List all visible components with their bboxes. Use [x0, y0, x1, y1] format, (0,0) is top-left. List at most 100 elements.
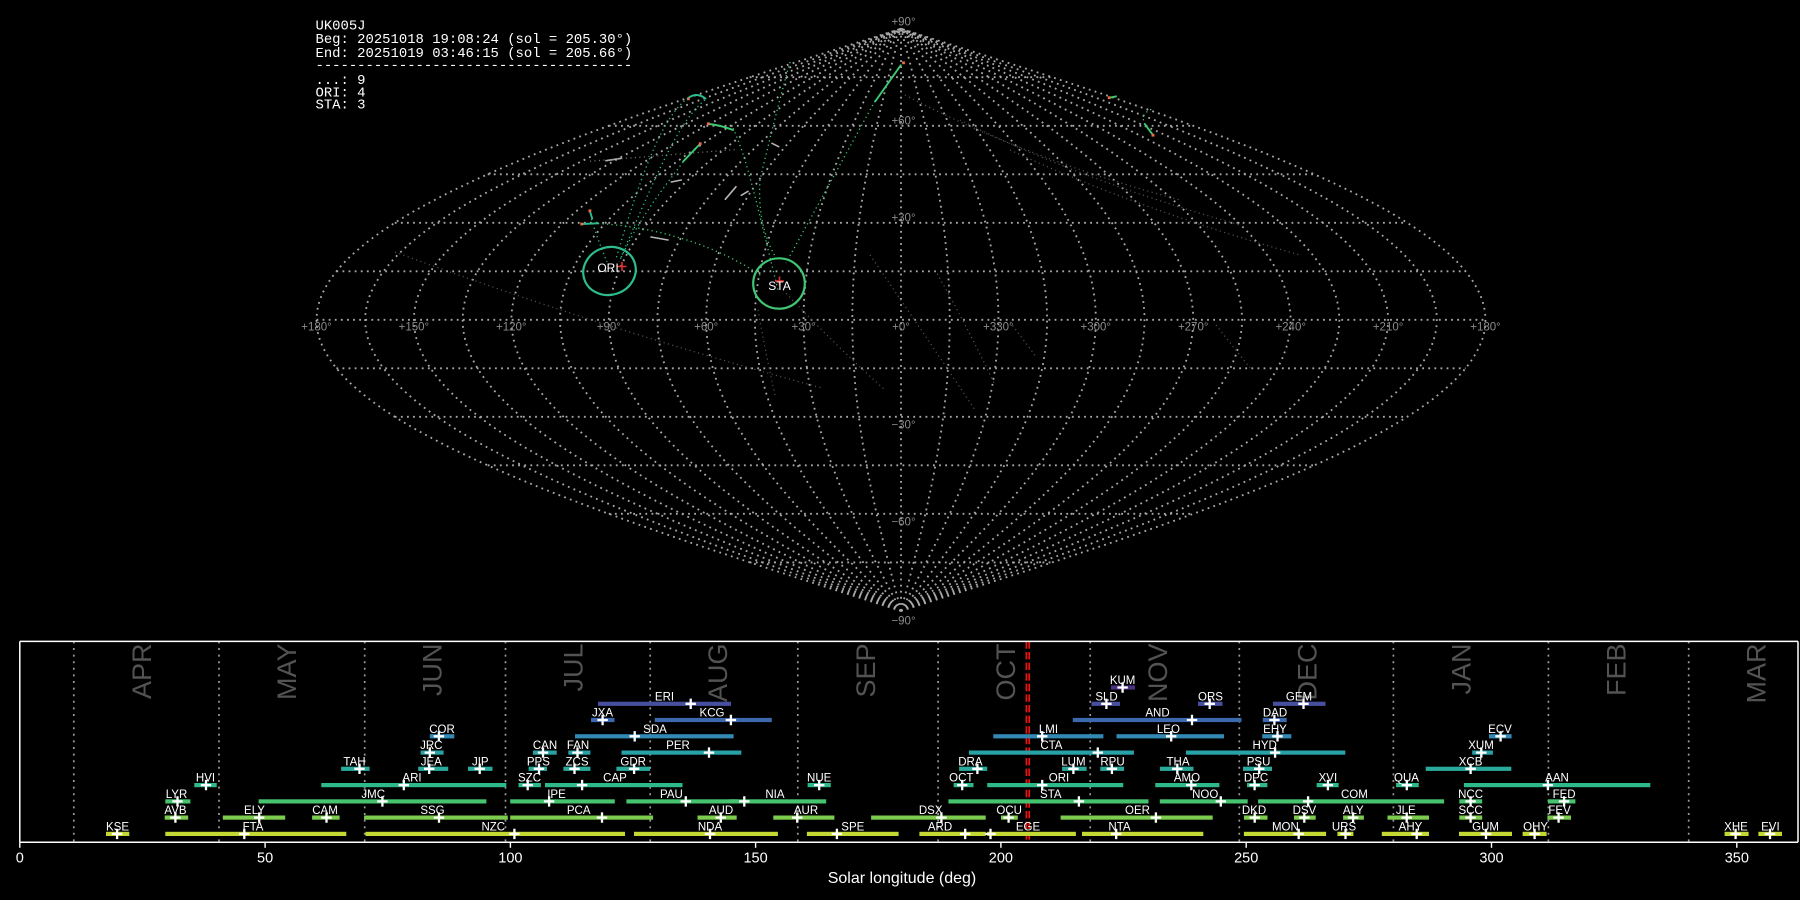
svg-text:+120°: +120° [496, 322, 527, 334]
svg-text:JEA: JEA [421, 756, 442, 768]
svg-text:+210°: +210° [1373, 322, 1404, 334]
svg-text:CAP: CAP [603, 773, 627, 785]
svg-text:CAM: CAM [312, 805, 338, 817]
svg-text:DRA: DRA [958, 756, 983, 768]
svg-text:COR: COR [429, 724, 455, 736]
svg-text:HYD: HYD [1253, 740, 1277, 752]
svg-text:FED: FED [1553, 789, 1576, 801]
svg-text:NTA: NTA [1108, 822, 1130, 834]
svg-text:LMI: LMI [1039, 724, 1058, 736]
svg-text:0: 0 [16, 851, 24, 867]
svg-text:QUA: QUA [1394, 773, 1419, 785]
svg-text:KCG: KCG [700, 708, 725, 720]
svg-text:SLD: SLD [1095, 691, 1117, 703]
svg-text:+60°: +60° [694, 322, 718, 334]
svg-text:ARI: ARI [402, 773, 421, 785]
svg-text:ORS: ORS [1198, 691, 1223, 703]
svg-text:APR: APR [127, 644, 157, 700]
svg-text:+300°: +300° [1081, 322, 1112, 334]
svg-text:RPU: RPU [1100, 756, 1124, 768]
svg-text:PSU: PSU [1247, 756, 1271, 768]
svg-text:STA: 3: STA: 3 [316, 98, 366, 114]
svg-text:+240°: +240° [1275, 322, 1306, 334]
svg-text:DSV: DSV [1293, 805, 1317, 817]
svg-text:MON: MON [1272, 822, 1299, 834]
svg-text:PPS: PPS [527, 756, 550, 768]
svg-text:ALY: ALY [1343, 805, 1364, 817]
svg-text:FEB: FEB [1601, 644, 1631, 697]
svg-text:100: 100 [498, 851, 522, 867]
svg-text:250: 250 [1234, 851, 1258, 867]
svg-text:MAY: MAY [272, 644, 302, 701]
svg-text:MAR: MAR [1742, 644, 1772, 704]
svg-text:JUL: JUL [559, 644, 589, 692]
svg-text:PAU: PAU [660, 789, 683, 801]
svg-text:NUE: NUE [807, 773, 832, 785]
svg-text:−60°: −60° [891, 516, 915, 528]
svg-text:DAD: DAD [1263, 708, 1287, 720]
svg-text:Solar longitude (deg): Solar longitude (deg) [828, 870, 977, 887]
svg-text:LEO: LEO [1157, 724, 1180, 736]
svg-text:ARD: ARD [928, 822, 952, 834]
svg-text:EHY: EHY [1263, 724, 1287, 736]
svg-text:150: 150 [743, 851, 767, 867]
svg-text:KUM: KUM [1110, 675, 1136, 687]
svg-text:STA: STA [768, 279, 790, 293]
svg-text:EGE: EGE [1016, 822, 1041, 834]
svg-text:+330°: +330° [983, 322, 1014, 334]
svg-text:COM: COM [1341, 789, 1368, 801]
svg-text:+30°: +30° [792, 322, 816, 334]
svg-text:XVI: XVI [1319, 773, 1338, 785]
svg-text:+180°: +180° [301, 322, 332, 334]
svg-text:JAN: JAN [1446, 644, 1476, 695]
svg-text:OCT: OCT [991, 644, 1021, 701]
svg-text:+180°: +180° [1470, 322, 1501, 334]
svg-text:50: 50 [257, 851, 273, 867]
svg-text:AAN: AAN [1545, 773, 1569, 785]
svg-text:ORI: ORI [597, 261, 618, 275]
svg-text:JLE: JLE [1396, 805, 1416, 817]
svg-text:THA: THA [1167, 756, 1190, 768]
svg-text:ORI: ORI [1049, 773, 1069, 785]
svg-text:PER: PER [666, 740, 690, 752]
svg-text:NOO: NOO [1192, 789, 1218, 801]
svg-text:SSG: SSG [420, 805, 444, 817]
svg-text:XHE: XHE [1724, 822, 1748, 834]
svg-text:+150°: +150° [399, 322, 430, 334]
svg-text:SPE: SPE [841, 822, 864, 834]
svg-text:AVB: AVB [164, 805, 186, 817]
svg-text:HVI: HVI [196, 773, 215, 785]
svg-text:NIA: NIA [765, 789, 785, 801]
svg-text:DPC: DPC [1244, 773, 1268, 785]
svg-text:SEP: SEP [851, 644, 881, 698]
svg-text:200: 200 [989, 851, 1013, 867]
svg-text:IPE: IPE [547, 789, 566, 801]
svg-text:+30°: +30° [891, 212, 915, 224]
svg-text:ZCS: ZCS [566, 756, 589, 768]
svg-text:JXA: JXA [592, 708, 613, 720]
svg-text:------------------------------: -------------------------------------- [316, 58, 633, 74]
svg-text:SCC: SCC [1458, 805, 1482, 817]
svg-text:KSE: KSE [106, 822, 129, 834]
svg-text:ERI: ERI [655, 691, 674, 703]
svg-text:GEM: GEM [1286, 691, 1312, 703]
svg-text:350: 350 [1725, 851, 1749, 867]
svg-text:TAH: TAH [343, 756, 365, 768]
svg-text:SZC: SZC [518, 773, 541, 785]
svg-text:+270°: +270° [1178, 322, 1209, 334]
svg-text:NCC: NCC [1458, 789, 1483, 801]
svg-text:ELY: ELY [244, 805, 265, 817]
svg-text:FEV: FEV [1548, 805, 1571, 817]
svg-text:CTA: CTA [1040, 740, 1062, 752]
svg-text:CAN: CAN [533, 740, 557, 752]
svg-text:JUN: JUN [418, 644, 448, 697]
svg-text:OHY: OHY [1523, 822, 1548, 834]
svg-text:DSX: DSX [919, 805, 943, 817]
svg-text:EVI: EVI [1761, 822, 1780, 834]
svg-text:OER: OER [1125, 805, 1150, 817]
svg-text:AHY: AHY [1399, 822, 1423, 834]
svg-text:−30°: −30° [891, 419, 915, 431]
svg-text:+0°: +0° [892, 322, 910, 334]
svg-text:NZC: NZC [481, 822, 505, 834]
svg-text:ECV: ECV [1488, 724, 1512, 736]
